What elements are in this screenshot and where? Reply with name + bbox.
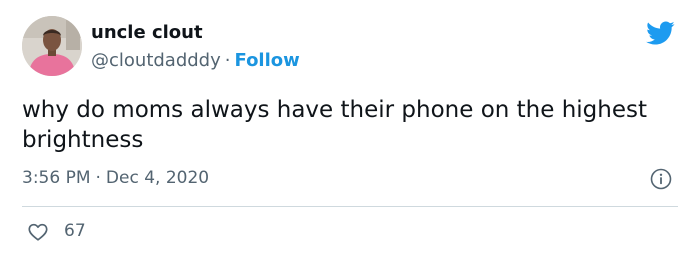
timestamp-separator: · <box>95 168 101 188</box>
avatar-image <box>22 16 82 76</box>
handle[interactable]: @cloutdadddy <box>91 50 221 71</box>
divider <box>22 206 678 207</box>
handle-line: @cloutdadddy · Follow <box>91 49 300 73</box>
like-count: 67 <box>64 221 86 241</box>
twitter-bird-icon[interactable] <box>643 18 677 48</box>
heart-icon[interactable] <box>27 221 49 243</box>
tweet-card: uncle clout @cloutdadddy · Follow why do m… <box>0 0 700 257</box>
timestamp[interactable]: 3:56 PM · Dec 4, 2020 <box>22 166 209 190</box>
handle-separator: · <box>224 50 231 71</box>
follow-button[interactable]: Follow <box>235 50 300 71</box>
display-name[interactable]: uncle clout <box>91 21 203 45</box>
tweet-date[interactable]: Dec 4, 2020 <box>106 168 209 188</box>
tweet-time[interactable]: 3:56 PM <box>22 168 91 188</box>
info-icon[interactable] <box>650 168 672 190</box>
avatar[interactable] <box>22 16 82 76</box>
tweet-text: why do moms always have their phone on t… <box>22 97 648 153</box>
